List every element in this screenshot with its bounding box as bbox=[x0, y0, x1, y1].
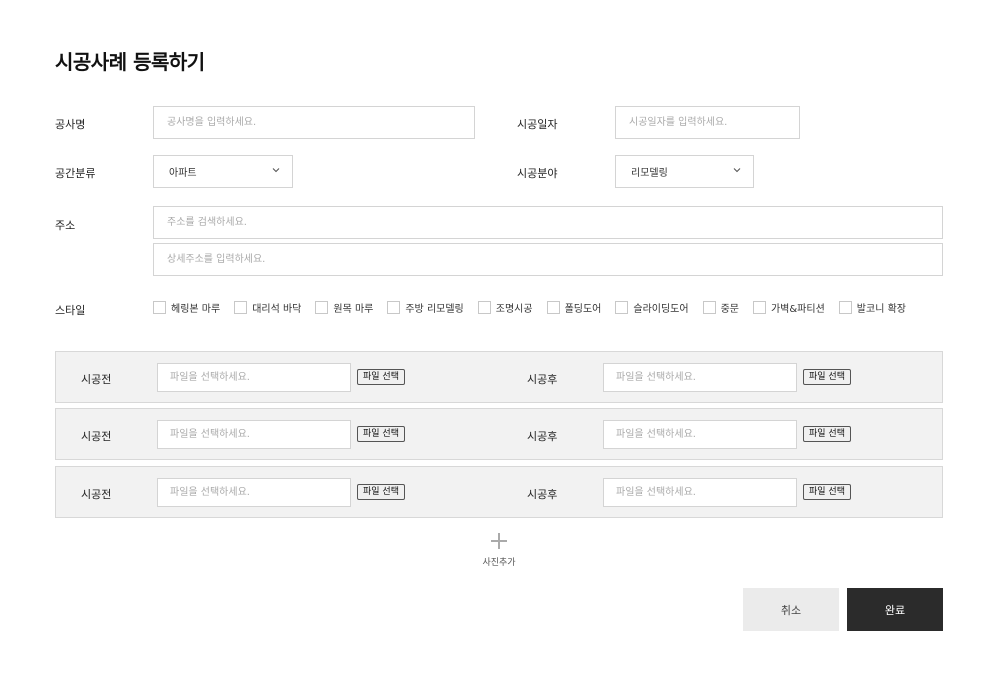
checkbox[interactable] bbox=[234, 301, 248, 314]
before-file-button[interactable]: 파일 선택 bbox=[357, 426, 405, 442]
space-category-label: 공간분류 bbox=[55, 167, 96, 180]
before-file-input[interactable] bbox=[157, 420, 351, 449]
chevron-down-icon bbox=[733, 168, 741, 173]
after-file-input[interactable] bbox=[603, 420, 797, 449]
checkbox[interactable] bbox=[838, 301, 852, 314]
checkbox[interactable] bbox=[702, 301, 716, 314]
style-option-label: 폴딩도어 bbox=[564, 304, 602, 315]
after-file-button[interactable]: 파일 선택 bbox=[803, 484, 851, 500]
style-option[interactable]: 폴딩도어 bbox=[546, 300, 602, 315]
address-detail-input[interactable] bbox=[153, 243, 943, 276]
style-option[interactable]: 슬라이딩도어 bbox=[615, 300, 689, 315]
construction-field-select[interactable]: 리모델링 bbox=[615, 155, 754, 188]
after-label: 시공후 bbox=[527, 488, 558, 501]
style-option[interactable]: 가벽&파티션 bbox=[752, 300, 825, 315]
style-option-label: 가벽&파티션 bbox=[770, 304, 825, 315]
space-category-select[interactable]: 아파트 bbox=[153, 155, 293, 188]
project-name-label: 공사명 bbox=[55, 118, 86, 131]
construction-field-label: 시공분야 bbox=[517, 167, 558, 180]
address-label: 주소 bbox=[55, 219, 76, 232]
add-photo-button[interactable]: 사진추가 bbox=[470, 533, 528, 568]
checkbox[interactable] bbox=[315, 301, 329, 314]
photo-upload-row: 시공전 파일 선택 시공후 파일 선택 bbox=[55, 408, 943, 460]
style-option-label: 원목 마루 bbox=[333, 304, 374, 315]
checkbox[interactable] bbox=[752, 301, 766, 314]
done-button[interactable]: 완료 bbox=[847, 588, 943, 631]
style-option-label: 조명시공 bbox=[495, 304, 533, 315]
after-file-input[interactable] bbox=[603, 478, 797, 507]
after-file-button[interactable]: 파일 선택 bbox=[803, 426, 851, 442]
style-option-label: 발코니 확장 bbox=[856, 304, 906, 315]
style-option[interactable]: 원목 마루 bbox=[315, 300, 373, 315]
before-label: 시공전 bbox=[81, 373, 112, 386]
construction-field-value: 리모델링 bbox=[631, 168, 668, 179]
add-photo-label: 사진추가 bbox=[482, 558, 516, 568]
checkbox[interactable] bbox=[387, 301, 401, 314]
checkbox[interactable] bbox=[477, 301, 491, 314]
style-label: 스타일 bbox=[55, 304, 86, 317]
page-title: 시공사례 등록하기 bbox=[55, 50, 205, 74]
before-label: 시공전 bbox=[81, 430, 112, 443]
style-option[interactable]: 조명시공 bbox=[477, 300, 533, 315]
before-file-input[interactable] bbox=[157, 478, 351, 507]
cancel-button[interactable]: 취소 bbox=[743, 588, 839, 631]
chevron-down-icon bbox=[272, 168, 280, 173]
photo-upload-row: 시공전 파일 선택 시공후 파일 선택 bbox=[55, 466, 943, 518]
before-file-input[interactable] bbox=[157, 363, 351, 392]
style-option[interactable]: 헤링본 마루 bbox=[153, 300, 220, 315]
space-category-value: 아파트 bbox=[169, 168, 197, 179]
style-option-label: 헤링본 마루 bbox=[171, 304, 221, 315]
style-checkbox-group: 헤링본 마루 대리석 바닥 원목 마루 주방 리모델링 조명시공 폴딩도어 슬라… bbox=[153, 300, 906, 315]
before-label: 시공전 bbox=[81, 488, 112, 501]
style-option[interactable]: 대리석 바닥 bbox=[234, 300, 301, 315]
after-label: 시공후 bbox=[527, 430, 558, 443]
plus-icon bbox=[491, 533, 507, 549]
style-option[interactable]: 중문 bbox=[702, 300, 739, 315]
project-name-input[interactable] bbox=[153, 106, 475, 139]
style-option-label: 중문 bbox=[720, 304, 739, 315]
checkbox[interactable] bbox=[153, 301, 166, 314]
style-option-label: 대리석 바닥 bbox=[252, 304, 302, 315]
style-option-label: 슬라이딩도어 bbox=[633, 304, 689, 315]
photo-upload-row: 시공전 파일 선택 시공후 파일 선택 bbox=[55, 351, 943, 403]
style-option[interactable]: 발코니 확장 bbox=[838, 300, 906, 315]
before-file-button[interactable]: 파일 선택 bbox=[357, 484, 405, 500]
address-search-input[interactable] bbox=[153, 206, 943, 239]
construction-date-input[interactable] bbox=[615, 106, 800, 139]
checkbox[interactable] bbox=[615, 301, 629, 314]
before-file-button[interactable]: 파일 선택 bbox=[357, 369, 405, 385]
style-option-label: 주방 리모델링 bbox=[405, 304, 464, 315]
construction-date-label: 시공일자 bbox=[517, 118, 558, 131]
checkbox[interactable] bbox=[546, 301, 560, 314]
after-file-button[interactable]: 파일 선택 bbox=[803, 369, 851, 385]
after-file-input[interactable] bbox=[603, 363, 797, 392]
after-label: 시공후 bbox=[527, 373, 558, 386]
style-option[interactable]: 주방 리모델링 bbox=[387, 300, 464, 315]
